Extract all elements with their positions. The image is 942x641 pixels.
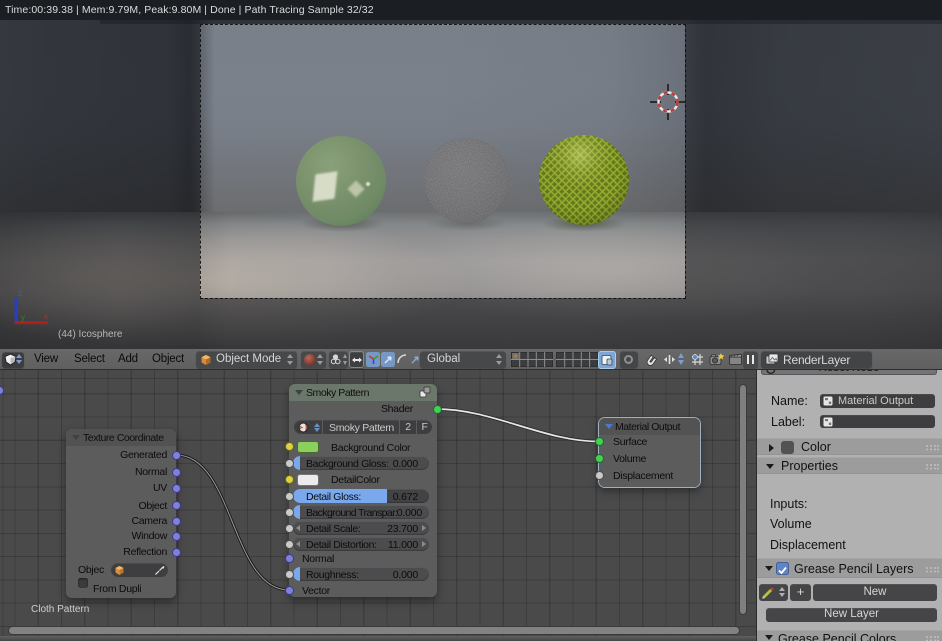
svg-text:z: z bbox=[18, 288, 23, 298]
svg-text:y: y bbox=[21, 313, 25, 322]
svg-text:x: x bbox=[44, 312, 48, 321]
